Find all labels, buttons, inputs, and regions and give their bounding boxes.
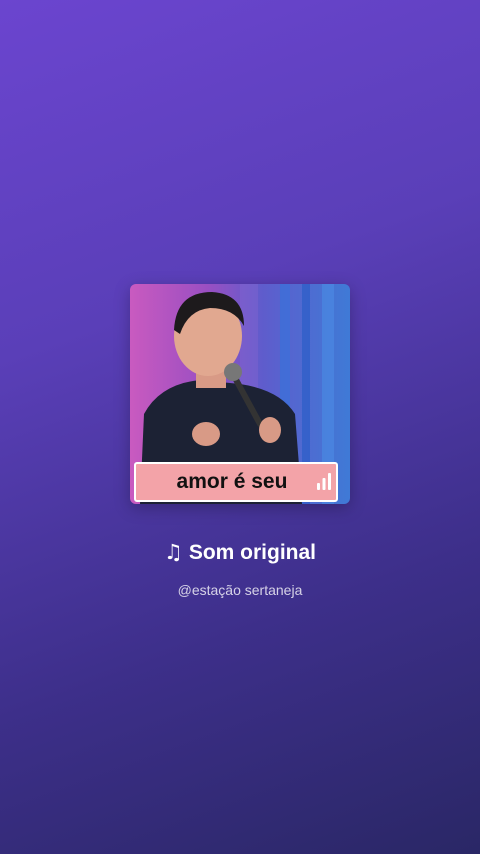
sound-author[interactable]: @estação sertaneja bbox=[0, 582, 480, 598]
sound-title-text: Som original bbox=[188, 541, 316, 564]
signal-bars-icon bbox=[317, 473, 331, 490]
sound-cover-thumbnail[interactable]: amor é seu bbox=[130, 284, 350, 504]
music-note-icon: ♫ bbox=[163, 540, 183, 564]
sound-title[interactable]: ♫ Som original bbox=[0, 540, 480, 565]
caption-text: amor é seu bbox=[176, 470, 288, 493]
caption-box: amor é seu bbox=[134, 462, 338, 502]
